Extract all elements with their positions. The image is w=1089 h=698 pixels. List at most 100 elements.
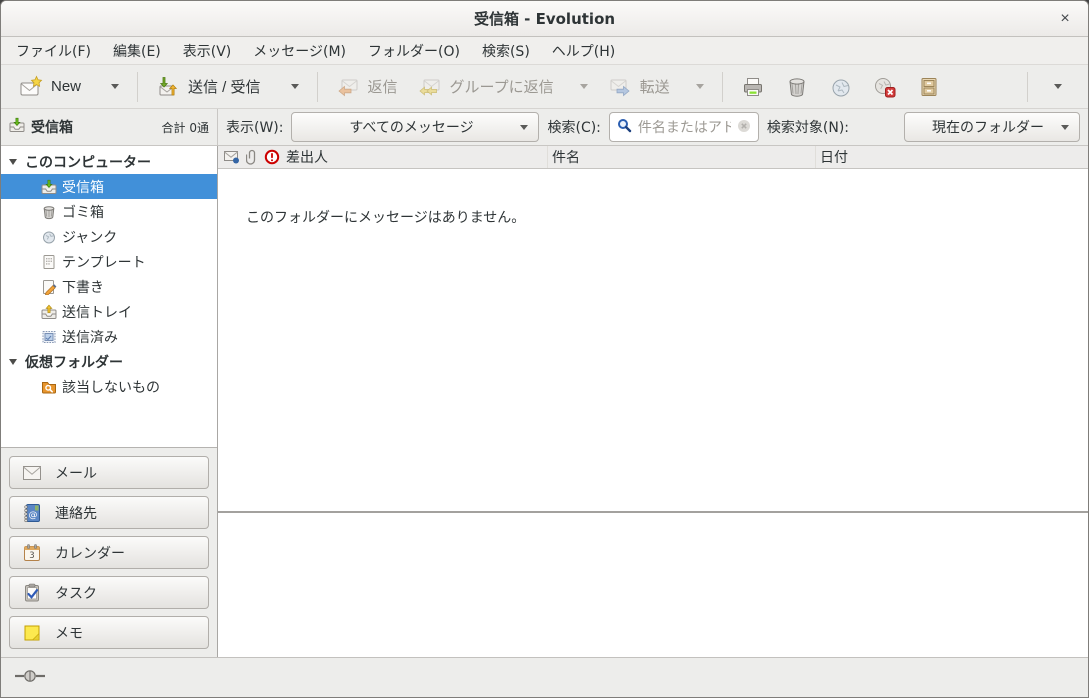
tree-group-label: このコンピューター [25,152,151,172]
show-filter-value: すべてのメッセージ [302,117,520,137]
folder-item-label: 受信箱 [62,177,104,197]
forward-icon [608,75,632,99]
folder-item-templates[interactable]: テンプレート [1,249,217,274]
menu-view[interactable]: 表示(V) [172,37,243,64]
not-junk-button[interactable] [863,70,907,104]
main-pane: 差出人 件名 日付 このフォルダーにメッセージはありません。 [218,146,1088,657]
message-list: このフォルダーにメッセージはありません。 [218,169,1088,511]
switcher-label: タスク [55,583,97,603]
empty-folder-text: このフォルダーにメッセージはありません。 [246,210,525,226]
switcher-label: メモ [55,623,83,643]
search-scope-combo[interactable]: 現在のフォルダー [904,112,1080,142]
group-reply-button[interactable]: グループに返信 [408,70,598,104]
status-bar [1,657,1088,697]
tasks-icon [22,583,42,603]
search-input[interactable] [638,119,731,135]
toolbar-overflow-button[interactable] [1036,70,1080,104]
send-receive-button[interactable]: 送信 / 受信 [146,70,309,104]
toolbar-separator [722,72,723,102]
menu-help[interactable]: ヘルプ(H) [541,37,626,64]
column-header-date[interactable]: 日付 [816,146,1088,168]
show-filter-label: 表示(W): [226,117,283,137]
switcher-label: 連絡先 [55,503,97,523]
folder-item-label: テンプレート [62,252,146,272]
forward-button[interactable]: 転送 [598,70,714,104]
forward-dropdown-arrow-icon [696,84,704,89]
print-icon [741,75,765,99]
junk-button[interactable] [819,70,863,104]
junk-icon [829,75,853,99]
archive-icon [917,75,941,99]
online-status-button[interactable] [15,669,45,686]
print-button[interactable] [731,70,775,104]
toolbar-separator [1027,72,1028,102]
folder-item-label: 送信トレイ [62,302,132,322]
outbox-icon [41,304,57,320]
component-switcher: メール @ 連絡先 [1,448,217,657]
folder-item-unmatched[interactable]: 該当しないもの [1,374,217,399]
switcher-mail-button[interactable]: メール [9,456,209,489]
folder-item-junk[interactable]: ジャンク [1,224,217,249]
menu-search[interactable]: 検索(S) [471,37,541,64]
menu-file[interactable]: ファイル(F) [5,37,102,64]
menu-message[interactable]: メッセージ(M) [242,37,357,64]
column-header-subject[interactable]: 件名 [548,146,816,168]
tree-group-search-folders[interactable]: 仮想フォルダー [1,349,217,374]
sidebar: このコンピューター 受信箱 [1,146,218,657]
send-receive-dropdown-arrow-icon [291,84,299,89]
priority-icon[interactable] [262,149,282,165]
new-message-icon [19,75,43,99]
search-label: 検索(C): [547,117,600,137]
not-junk-icon [873,75,897,99]
delete-button[interactable] [775,70,819,104]
menu-edit[interactable]: 編集(E) [102,37,172,64]
folder-item-drafts[interactable]: 下書き [1,274,217,299]
titlebar: 受信箱 - Evolution × [1,1,1088,37]
toolbar-separator [137,72,138,102]
new-message-label: New [51,78,81,95]
mail-icon [22,463,42,483]
reply-button[interactable]: 返信 [326,70,408,104]
switcher-tasks-button[interactable]: タスク [9,576,209,609]
switcher-label: カレンダー [55,543,125,563]
search-icon [617,118,632,137]
window-title: 受信箱 - Evolution [1,8,1088,29]
new-message-button[interactable]: New [9,70,129,104]
folder-item-sent[interactable]: 送信済み [1,324,217,349]
expander-icon[interactable] [9,359,17,365]
switcher-memos-button[interactable]: メモ [9,616,209,649]
column-header-from[interactable]: 差出人 [282,146,548,168]
archive-button[interactable] [907,70,951,104]
group-reply-dropdown-arrow-icon [580,84,588,89]
show-filter-combo[interactable]: すべてのメッセージ [291,112,539,142]
attachment-icon[interactable] [242,149,262,165]
inbox-icon [9,117,25,137]
trash-icon [785,75,809,99]
svg-text:3: 3 [29,550,34,560]
sent-icon [41,329,57,345]
preview-pane [218,511,1088,657]
clear-search-icon[interactable] [737,118,751,137]
content-area: このコンピューター 受信箱 [1,146,1088,657]
search-scope-arrow-icon [1061,125,1069,130]
folder-item-outbox[interactable]: 送信トレイ [1,299,217,324]
message-status-icon[interactable] [222,150,242,164]
current-folder-name: 受信箱 [31,117,73,137]
send-receive-label: 送信 / 受信 [188,76,261,97]
folder-item-inbox[interactable]: 受信箱 [1,174,217,199]
close-button[interactable]: × [1054,8,1076,30]
filter-bar: 受信箱 合計 0通 表示(W): すべてのメッセージ 検索(C): [1,109,1088,146]
folder-item-trash[interactable]: ゴミ箱 [1,199,217,224]
search-folder-icon [41,379,57,395]
tree-group-this-computer[interactable]: このコンピューター [1,149,217,174]
current-folder-info: 受信箱 合計 0通 [1,109,218,145]
message-total-count: 合計 0通 [162,119,209,136]
expander-icon[interactable] [9,159,17,165]
switcher-contacts-button[interactable]: @ 連絡先 [9,496,209,529]
folder-item-label: 送信済み [62,327,118,347]
folder-item-label: 下書き [62,277,104,297]
toolbar-overflow-arrow-icon [1054,84,1062,89]
menu-folder[interactable]: フォルダー(O) [357,37,471,64]
switcher-calendar-button[interactable]: 3 カレンダー [9,536,209,569]
inbox-icon [41,179,57,195]
